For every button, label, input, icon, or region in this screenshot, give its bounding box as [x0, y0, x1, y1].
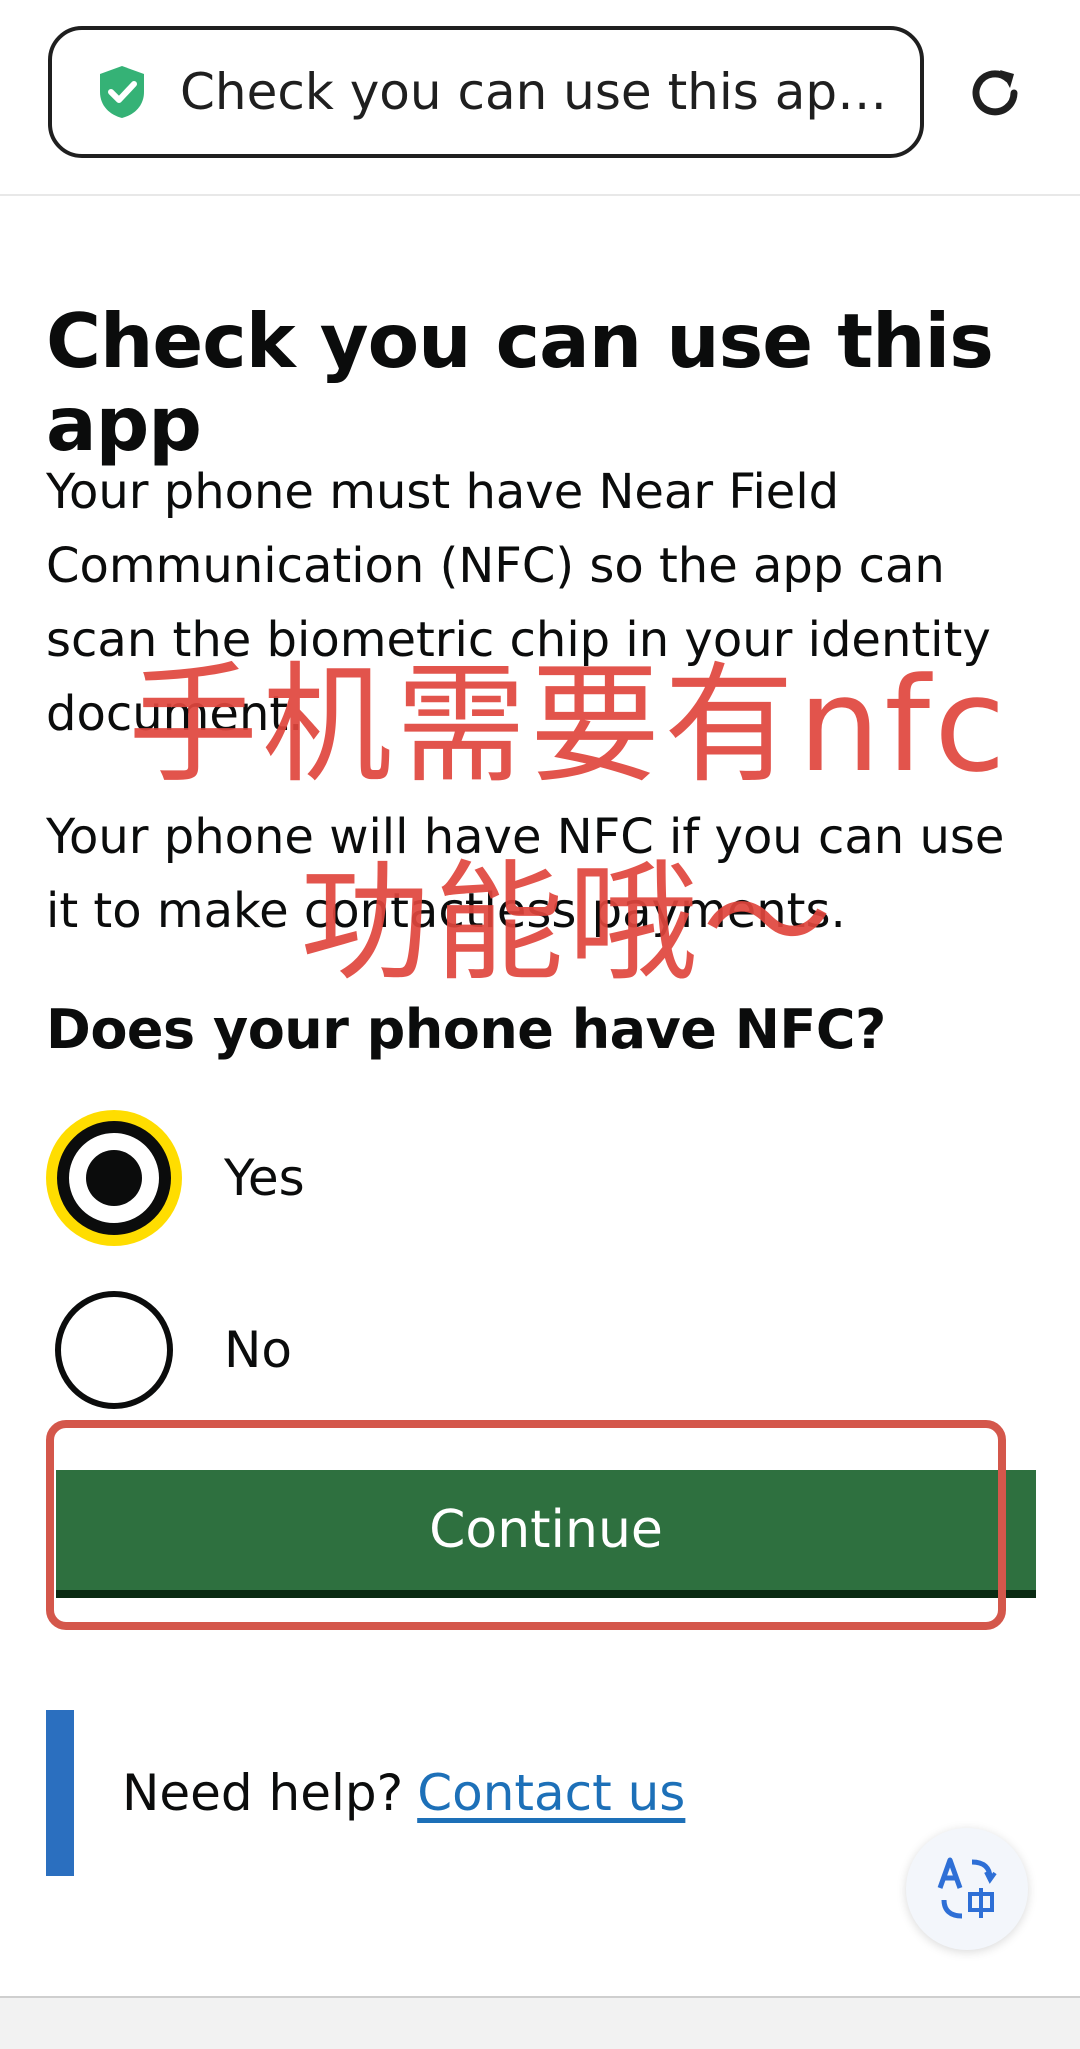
- annotation-text-line2: 功能哦～: [300, 847, 837, 999]
- radio-selected-dot: [86, 1150, 142, 1206]
- annotation-text-line1: 手机需要有nfc: [128, 649, 1010, 801]
- radio-label-no: No: [224, 1321, 292, 1379]
- radio-label-yes: Yes: [224, 1149, 305, 1207]
- translate-icon: [937, 1857, 997, 1919]
- shield-check-icon: [100, 66, 144, 118]
- bottom-toolbar: [0, 1996, 1080, 2049]
- radio-ring: [57, 1121, 171, 1235]
- help-section: Need help? Contact us: [46, 1710, 1046, 1876]
- continue-button[interactable]: Continue: [56, 1470, 1036, 1590]
- help-text: Need help? Contact us: [122, 1764, 685, 1822]
- radio-ring: [55, 1291, 173, 1409]
- translate-button[interactable]: [906, 1828, 1028, 1950]
- help-prefix: Need help?: [122, 1764, 404, 1822]
- radio-button-no[interactable]: [46, 1282, 182, 1418]
- page-title: Check you can use this app: [46, 297, 994, 468]
- page-url-title: Check you can use this app…: [180, 63, 890, 121]
- help-inset-bar: [46, 1710, 74, 1876]
- radio-option-no[interactable]: No: [46, 1282, 292, 1418]
- address-bar[interactable]: Check you can use this app…: [48, 26, 924, 158]
- radio-button-yes[interactable]: [46, 1110, 182, 1246]
- browser-bar: Check you can use this app…: [0, 0, 1080, 196]
- radio-option-yes[interactable]: Yes: [46, 1110, 305, 1246]
- contact-us-link[interactable]: Contact us: [417, 1764, 685, 1822]
- app-page: Check you can use this app… Check you ca…: [0, 0, 1080, 2049]
- nfc-question: Does your phone have NFC?: [46, 998, 886, 1061]
- reload-icon[interactable]: [964, 62, 1026, 124]
